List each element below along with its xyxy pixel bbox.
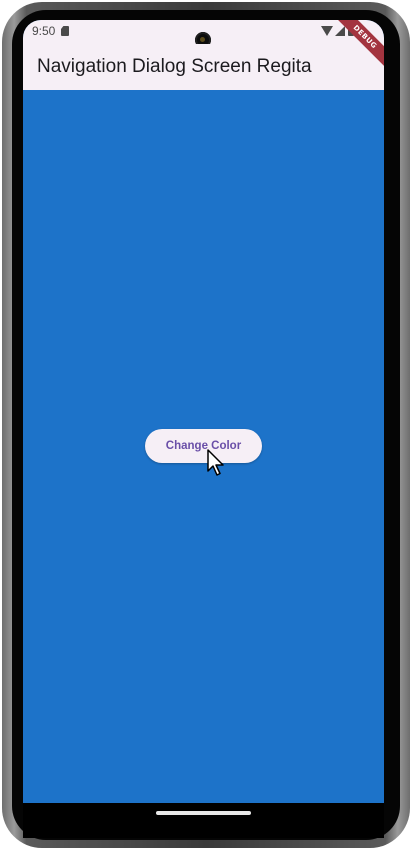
- status-bar: 9:50: [23, 20, 384, 48]
- sim-card-icon: [61, 26, 69, 36]
- app-screen: 9:50 Navigation Dialog Screen Regita DEB…: [23, 20, 384, 803]
- signal-icon: [335, 26, 345, 36]
- wifi-icon: [321, 26, 333, 36]
- page-title: Navigation Dialog Screen Regita: [37, 56, 312, 77]
- mouse-cursor-icon: [207, 449, 224, 476]
- system-nav-bar: [23, 803, 384, 838]
- app-bar: Navigation Dialog Screen Regita: [23, 44, 384, 90]
- home-gesture-handle[interactable]: [156, 811, 251, 815]
- change-color-button[interactable]: Change Color: [145, 429, 262, 463]
- status-time: 9:50: [32, 24, 56, 38]
